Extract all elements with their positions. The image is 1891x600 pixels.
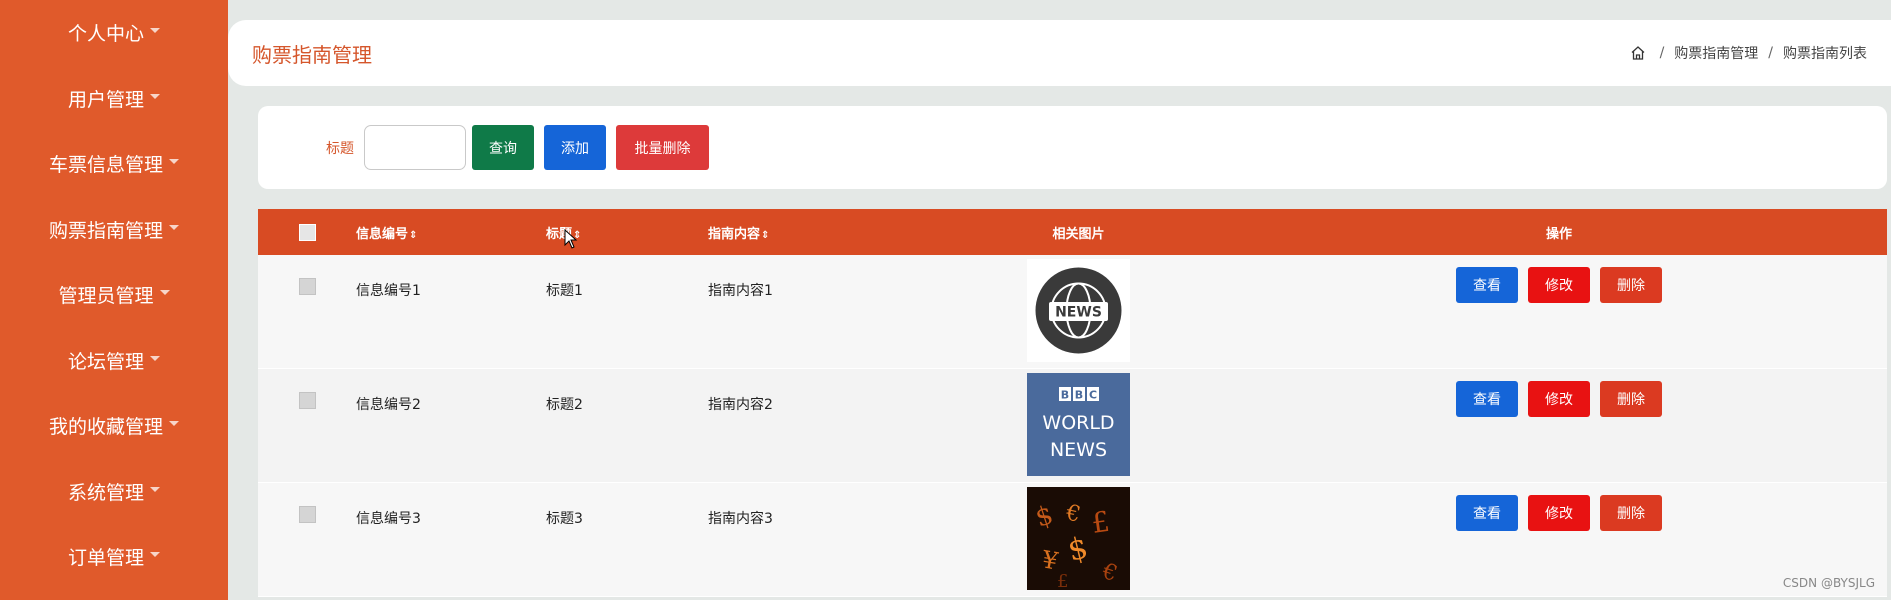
sidebar-item-personal-center[interactable]: 个人中心 — [0, 0, 228, 66]
view-button[interactable]: 查看 — [1456, 381, 1518, 417]
bbc-world-news-image: B B C WORLD NEWS — [1027, 373, 1130, 476]
column-header-label: 信息编号 — [356, 226, 409, 242]
sidebar-item-label: 论坛管理 — [67, 350, 144, 373]
search-bar: 标题 查询 添加 批量删除 — [258, 106, 1887, 189]
watermark: CSDN @BYSJLG — [1782, 576, 1875, 590]
guide-table: 信息编号⇕ 标题⇕ 指南内容⇕ 相关图片 操作 信息编号1 标题1 指南内容1 … — [258, 209, 1887, 597]
sidebar-item-label: 用户管理 — [67, 88, 144, 111]
breadcrumb-separator: / — [1768, 45, 1773, 61]
picture-text: NEWS — [1050, 439, 1107, 461]
sidebar: 个人中心 用户管理 车票信息管理 购票指南管理 管理员管理 论坛管理 我的收藏管… — [0, 0, 228, 600]
table-row: 信息编号1 标题1 指南内容1 NEWS 查看 修改 删除 — [258, 255, 1887, 369]
picture-text: WORLD — [1042, 412, 1114, 434]
view-button[interactable]: 查看 — [1456, 267, 1518, 303]
svg-text:NEWS: NEWS — [1055, 305, 1102, 321]
column-header-actions: 操作 — [1231, 223, 1887, 242]
column-header-label: 相关图片 — [1052, 226, 1105, 242]
currency-symbols-image: $ € £ ¥ $ € £ — [1027, 487, 1130, 590]
edit-button[interactable]: 修改 — [1528, 381, 1590, 417]
sidebar-item-label: 我的收藏管理 — [48, 416, 163, 439]
sidebar-item-admins[interactable]: 管理员管理 — [0, 262, 228, 328]
sidebar-item-forum[interactable]: 论坛管理 — [0, 328, 228, 394]
caret-down-icon — [150, 28, 160, 34]
caret-down-icon — [159, 290, 170, 296]
title-filter-label: 标题 — [326, 140, 354, 157]
caret-down-icon — [150, 486, 160, 492]
select-all-checkbox[interactable] — [298, 223, 316, 241]
svg-text:C: C — [1089, 389, 1097, 402]
sidebar-item-favorites[interactable]: 我的收藏管理 — [0, 393, 228, 459]
sidebar-item-label: 车票信息管理 — [48, 154, 163, 177]
column-header-id[interactable]: 信息编号⇕ — [356, 223, 546, 242]
table-row: 信息编号3 标题3 指南内容3 $ € £ ¥ $ € £ 查看 修改 删除 — [258, 483, 1887, 597]
caret-down-icon — [150, 552, 160, 558]
mouse-cursor-icon — [564, 229, 578, 249]
caret-down-icon — [169, 421, 179, 427]
cell-id: 信息编号3 — [356, 511, 421, 527]
sidebar-item-users[interactable]: 用户管理 — [0, 66, 228, 132]
table-header: 信息编号⇕ 标题⇕ 指南内容⇕ 相关图片 操作 — [258, 209, 1887, 255]
cell-id: 信息编号2 — [356, 397, 421, 413]
row-checkbox[interactable] — [298, 392, 316, 409]
sidebar-item-orders[interactable]: 订单管理 — [0, 524, 228, 590]
sidebar-item-label: 管理员管理 — [58, 285, 154, 308]
sidebar-item-label: 购票指南管理 — [48, 219, 163, 242]
column-header-label: 操作 — [1545, 226, 1572, 242]
sidebar-item-label: 订单管理 — [67, 547, 144, 570]
sidebar-item-tickets[interactable]: 车票信息管理 — [0, 131, 228, 197]
column-header-label: 指南内容 — [708, 226, 761, 242]
breadcrumb-item-guide-list: 购票指南列表 — [1783, 46, 1867, 62]
page-header: 购票指南管理 / 购票指南管理 / 购票指南列表 — [228, 20, 1891, 86]
sort-icon[interactable]: ⇕ — [761, 230, 769, 241]
svg-text:£: £ — [1057, 571, 1068, 590]
sort-icon[interactable]: ⇕ — [409, 230, 417, 241]
view-button[interactable]: 查看 — [1456, 495, 1518, 531]
column-header-picture: 相关图片 — [926, 223, 1231, 242]
cell-title: 标题2 — [546, 397, 583, 413]
cell-title: 标题3 — [546, 511, 583, 527]
column-header-content[interactable]: 指南内容⇕ — [708, 223, 926, 242]
sidebar-item-label: 个人中心 — [67, 23, 144, 46]
title-search-input[interactable] — [364, 125, 466, 170]
delete-button[interactable]: 删除 — [1600, 495, 1662, 531]
svg-text:B: B — [1061, 389, 1069, 402]
delete-button[interactable]: 删除 — [1600, 381, 1662, 417]
cell-id: 信息编号1 — [356, 283, 421, 299]
breadcrumb-item-guides[interactable]: 购票指南管理 — [1674, 43, 1758, 63]
caret-down-icon — [150, 93, 160, 99]
caret-down-icon — [169, 159, 179, 165]
news-globe-image: NEWS — [1027, 259, 1130, 362]
cell-content: 指南内容1 — [708, 283, 773, 299]
breadcrumb-separator: / — [1659, 45, 1665, 61]
table-row: 信息编号2 标题2 指南内容2 B B C WORLD NEWS 查看 修改 删… — [258, 369, 1887, 483]
cell-title: 标题1 — [546, 283, 583, 299]
delete-button[interactable]: 删除 — [1600, 267, 1662, 303]
edit-button[interactable]: 修改 — [1528, 267, 1590, 303]
caret-down-icon — [169, 224, 179, 230]
svg-text:B: B — [1075, 389, 1083, 402]
sidebar-item-system[interactable]: 系统管理 — [0, 459, 228, 525]
row-checkbox[interactable] — [298, 278, 316, 295]
sidebar-item-guides[interactable]: 购票指南管理 — [0, 197, 228, 263]
page-title: 购票指南管理 — [252, 42, 372, 67]
batch-delete-button[interactable]: 批量删除 — [616, 125, 709, 170]
edit-button[interactable]: 修改 — [1528, 495, 1590, 531]
home-icon[interactable] — [1630, 45, 1646, 61]
add-button[interactable]: 添加 — [544, 125, 606, 170]
cell-content: 指南内容2 — [708, 397, 773, 413]
sidebar-item-label: 系统管理 — [67, 481, 144, 504]
query-button[interactable]: 查询 — [472, 125, 534, 170]
breadcrumb: / 购票指南管理 / 购票指南列表 — [1630, 43, 1867, 63]
row-checkbox[interactable] — [298, 506, 316, 523]
caret-down-icon — [150, 355, 160, 361]
cell-content: 指南内容3 — [708, 511, 773, 527]
